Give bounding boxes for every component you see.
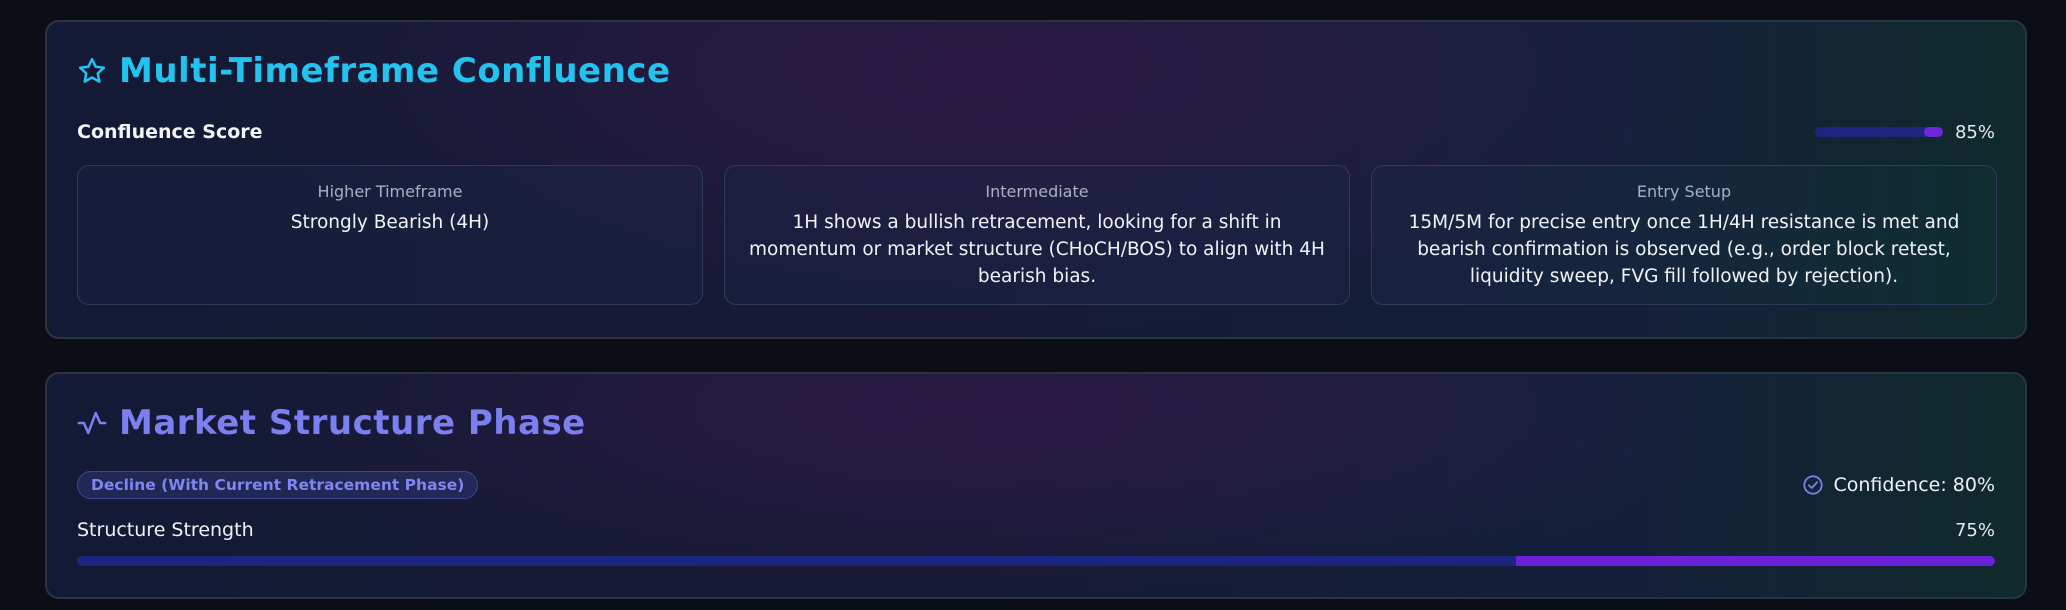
panel-text: 15M/5M for precise entry once 1H/4H resi… [1408, 212, 1960, 287]
market-structure-card: Market Structure Phase Decline (With Cur… [45, 372, 2027, 599]
structure-strength-value: 75% [1954, 519, 1995, 541]
confluence-score-label: Confluence Score [77, 121, 263, 143]
confluence-score-fill [1923, 127, 1943, 137]
panel-heading: Entry Setup [1636, 182, 1732, 201]
panel-intermediate: Intermediate 1H shows a bullish retracem… [724, 165, 1350, 305]
structure-strength-fill [1515, 556, 1995, 566]
structure-strength-row: Structure Strength 75% [77, 518, 1995, 542]
structure-strength-bar [77, 556, 1995, 566]
panel-entry-setup: Entry Setup 15M/5M for precise entry onc… [1371, 165, 1997, 305]
panel-heading: Intermediate [985, 182, 1089, 201]
panel-text: Strongly Bearish (4H) [290, 212, 490, 233]
confluence-header: Multi-Timeframe Confluence [77, 48, 671, 94]
structure-header: Market Structure Phase [77, 400, 586, 446]
confluence-score-bar [1814, 127, 1943, 137]
structure-phase-row: Decline (With Current Retracement Phase)… [77, 469, 1995, 501]
structure-strength-label: Structure Strength [77, 519, 254, 541]
confidence-text: Confidence: 80% [1833, 474, 1996, 496]
panel-higher-timeframe: Higher Timeframe Strongly Bearish (4H) [77, 165, 703, 305]
confluence-card: Multi-Timeframe Confluence Confluence Sc… [45, 20, 2027, 339]
confluence-score-value: 85% [1954, 121, 1995, 143]
star-icon [77, 56, 107, 86]
confluence-title: Multi-Timeframe Confluence [119, 51, 671, 91]
timeframe-panels: Higher Timeframe Strongly Bearish (4H) I… [77, 165, 1997, 305]
confluence-score-row: Confluence Score 85% [77, 120, 1995, 144]
activity-icon [77, 408, 107, 438]
confluence-score-meter: 85% [1814, 121, 1995, 143]
phase-badge: Decline (With Current Retracement Phase) [77, 471, 479, 499]
confidence-indicator: Confidence: 80% [1802, 474, 1996, 496]
panel-heading: Higher Timeframe [317, 182, 463, 201]
structure-title: Market Structure Phase [119, 403, 586, 443]
check-circle-icon [1802, 474, 1824, 496]
panel-text: 1H shows a bullish retracement, looking … [749, 212, 1325, 287]
